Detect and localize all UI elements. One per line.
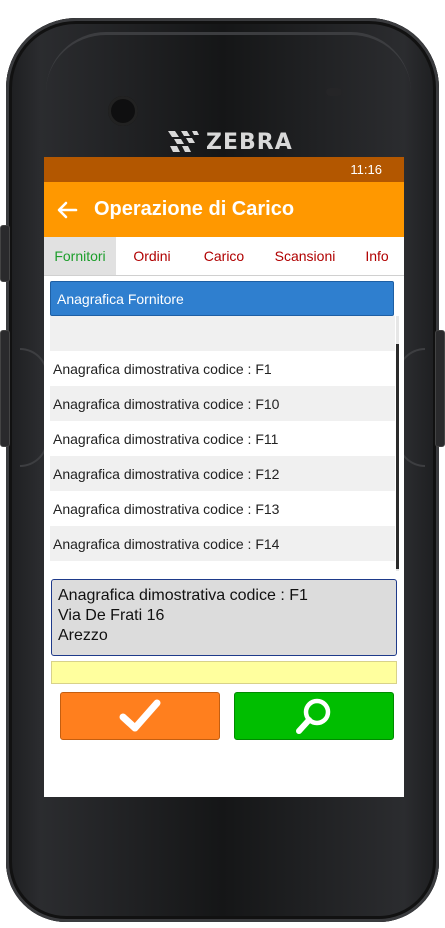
tab-ordini[interactable]: Ordini (116, 237, 188, 275)
tab-fornitori[interactable]: Fornitori (44, 237, 116, 275)
search-button[interactable] (234, 692, 394, 740)
status-bar: 11:16 (44, 157, 404, 182)
left-side-button[interactable] (0, 225, 10, 282)
list-item[interactable]: Anagrafica dimostrativa codice : F14 (50, 526, 395, 561)
list-header: Anagrafica Fornitore (50, 281, 394, 316)
list-item[interactable] (50, 561, 395, 571)
supplier-detail-panel: Anagrafica dimostrativa codice : F1 Via … (51, 579, 397, 656)
brand-name: ZEBRA (206, 129, 293, 155)
front-camera (108, 96, 138, 126)
confirm-button[interactable] (60, 692, 220, 740)
list-scrollbar-thumb[interactable] (396, 344, 399, 569)
arrow-left-icon (57, 201, 78, 218)
tab-bar: Fornitori Ordini Carico Scansioni Info (44, 237, 404, 276)
tab-carico[interactable]: Carico (188, 237, 260, 275)
list-item[interactable]: Anagrafica dimostrativa codice : F12 (50, 456, 395, 491)
list-item[interactable] (50, 316, 395, 351)
page-title: Operazione di Carico (94, 198, 295, 220)
list-item[interactable]: Anagrafica dimostrativa codice : F13 (50, 491, 395, 526)
detail-address: Via De Frati 16 (58, 607, 165, 624)
list-item[interactable]: Anagrafica dimostrativa codice : F11 (50, 421, 395, 456)
message-bar (51, 661, 397, 684)
list-item[interactable]: Anagrafica dimostrativa codice : F10 (50, 386, 395, 421)
tab-scansioni[interactable]: Scansioni (260, 237, 350, 275)
list-item[interactable]: Anagrafica dimostrativa codice : F1 (50, 351, 395, 386)
checkmark-icon (119, 699, 161, 732)
device-top-bumper (46, 32, 411, 95)
left-scan-button[interactable] (0, 330, 10, 447)
zebra-logo-icon (168, 131, 199, 152)
tab-info[interactable]: Info (350, 237, 404, 275)
app-bar: Operazione di Carico (44, 182, 404, 237)
search-icon (296, 698, 331, 734)
supplier-list[interactable]: Anagrafica dimostrativa codice : F1 Anag… (50, 316, 395, 571)
device-screen: 11:16 Operazione di Carico Fornitori Ord… (44, 157, 404, 797)
back-button[interactable] (44, 182, 90, 237)
right-scan-button[interactable] (435, 330, 445, 447)
brand-logo: ZEBRA (166, 126, 293, 158)
proximity-sensor (326, 88, 342, 96)
detail-city: Arezzo (58, 627, 108, 644)
status-time: 11:16 (350, 162, 382, 177)
handheld-device: ZEBRA 11:16 Operazione di Carico Fornito… (0, 0, 445, 928)
detail-name: Anagrafica dimostrativa codice : F1 (58, 587, 308, 604)
main-content: Anagrafica Fornitore Anagrafica dimostra… (44, 276, 404, 797)
